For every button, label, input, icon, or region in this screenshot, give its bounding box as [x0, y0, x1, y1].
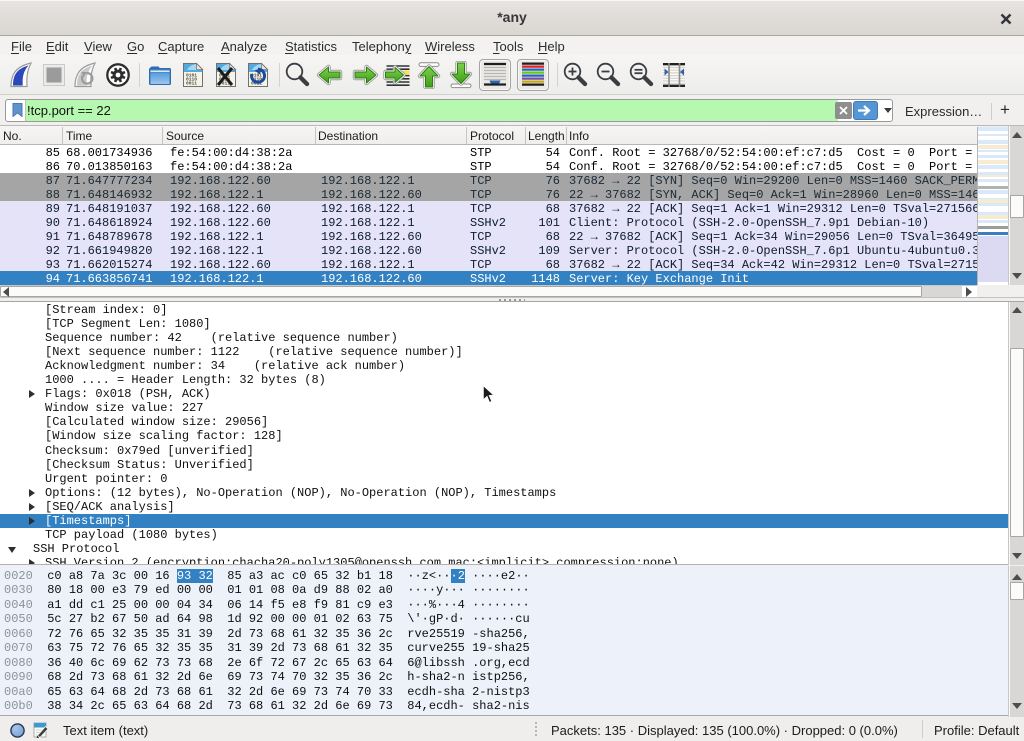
svg-text:0011: 0011 [186, 81, 197, 87]
